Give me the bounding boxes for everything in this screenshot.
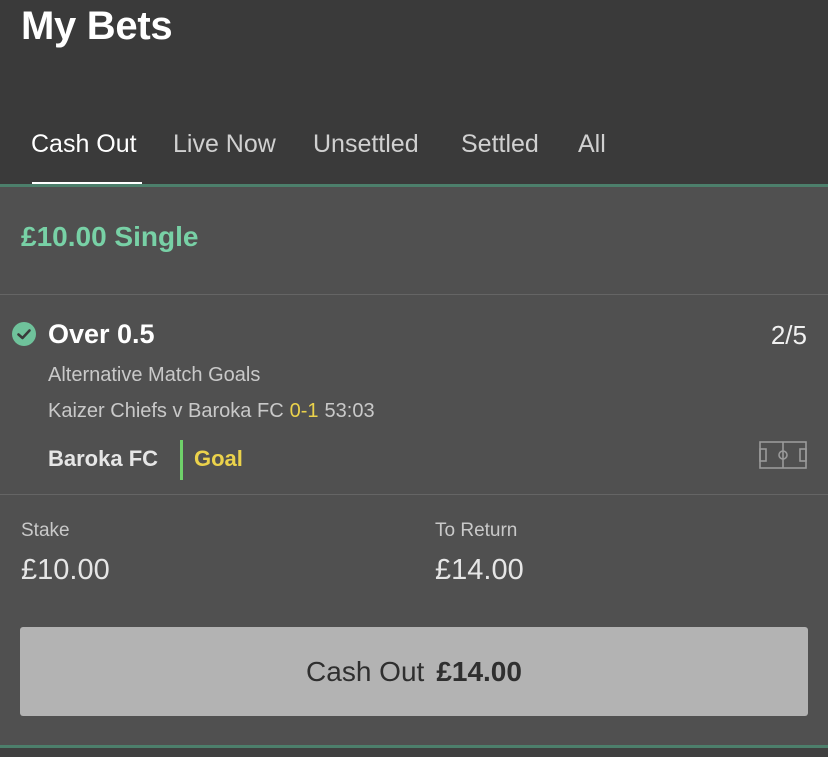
cash-out-amount: £14.00 <box>436 655 522 687</box>
return-label: To Return <box>435 520 518 541</box>
page-title: My Bets <box>21 4 173 48</box>
bet-title: £10.00 Single <box>21 221 199 252</box>
divider <box>0 294 828 295</box>
incident-type: Goal <box>194 446 243 471</box>
stake-label: Stake <box>21 520 70 541</box>
match-clock: 53:03 <box>324 400 375 422</box>
tab-all[interactable]: All <box>578 126 606 184</box>
tab-settled[interactable]: Settled <box>461 126 539 184</box>
tab-live-now[interactable]: Live Now <box>173 126 276 184</box>
check-circle-icon <box>12 322 36 346</box>
divider <box>0 494 828 495</box>
incident-team: Baroka FC <box>48 446 159 471</box>
selection-name: Over 0.5 <box>48 319 155 349</box>
cash-out-label: Cash Out <box>306 655 425 687</box>
next-card-edge <box>0 748 828 757</box>
bet-card: £10.00 Single Over 0.5 2/5 Alternative M… <box>0 187 828 747</box>
selection-odds: 2/5 <box>770 320 807 350</box>
tab-cash-out[interactable]: Cash Out <box>31 126 137 184</box>
event-name[interactable]: Kaizer Chiefs v Baroka FC <box>48 400 284 422</box>
market-name: Alternative Match Goals <box>48 364 261 386</box>
event-line: Kaizer Chiefs v Baroka FC 0-1 53:03 <box>48 400 375 423</box>
cash-out-button[interactable]: Cash Out £14.00 <box>20 627 808 716</box>
return-value: £14.00 <box>435 554 524 586</box>
header: My Bets Cash Out Live Now Unsettled Sett… <box>0 0 828 186</box>
tab-bar: Cash Out Live Now Unsettled Settled All <box>0 126 828 184</box>
stake-value: £10.00 <box>21 554 110 586</box>
tab-unsettled[interactable]: Unsettled <box>313 126 419 184</box>
live-score: 0-1 <box>289 400 319 422</box>
pitch-icon[interactable] <box>759 441 807 469</box>
incident-indicator <box>180 440 183 480</box>
